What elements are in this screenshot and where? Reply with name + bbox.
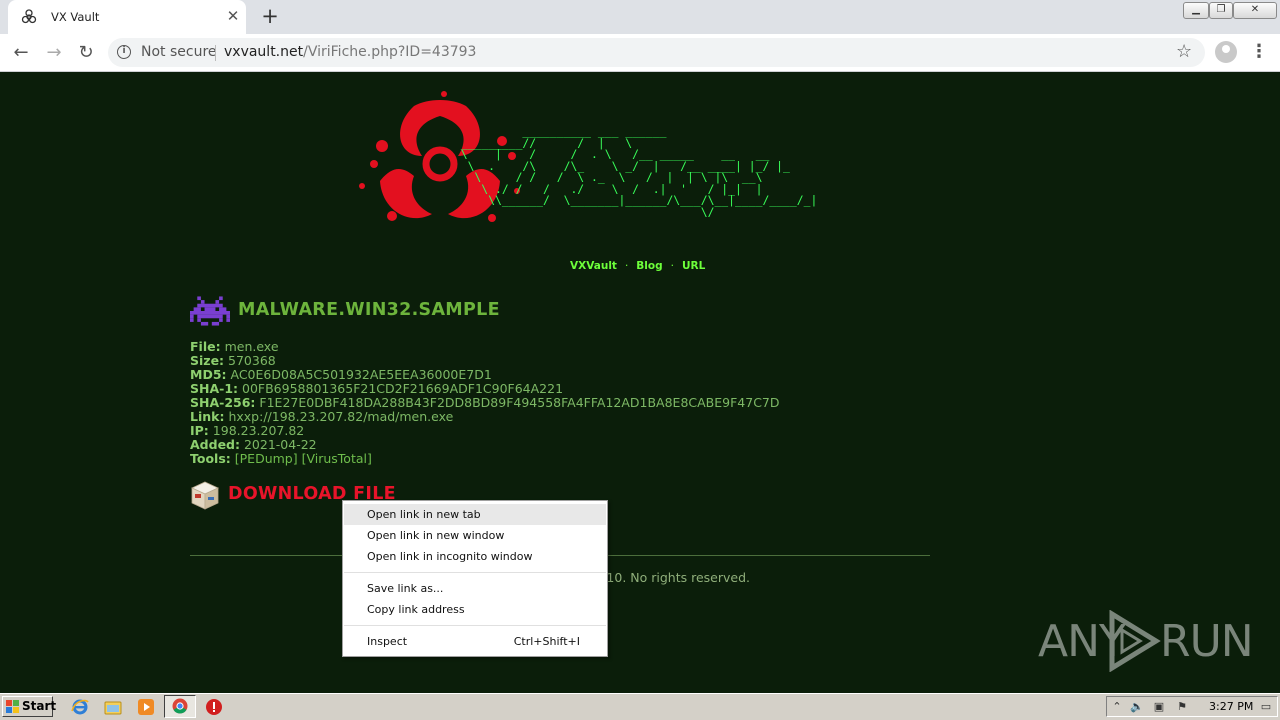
info-key: Link:: [190, 409, 225, 424]
menu-item-label: Save link as...: [367, 582, 444, 595]
menu-item-label: Inspect: [367, 635, 408, 648]
ascii-logo: __________ ___ ______ _________// / | \ …: [460, 124, 818, 219]
menu-separator: [344, 625, 606, 626]
media-player-icon[interactable]: [137, 698, 155, 716]
ie-icon[interactable]: [71, 698, 89, 716]
forward-arrow-icon[interactable]: →: [41, 40, 67, 66]
info-row-added: Added: 2021-04-22: [190, 438, 780, 452]
sample-info: File: men.exe Size: 570368 MD5: AC0E6D08…: [190, 340, 780, 466]
network-icon[interactable]: ▣: [1152, 700, 1166, 714]
tab-title: VX Vault: [51, 10, 100, 24]
info-row-md5: MD5: AC0E6D08A5C501932AE5EEA36000E7D1: [190, 368, 780, 382]
nav-link-vxvault[interactable]: VXVault: [570, 260, 617, 272]
info-value: hxxp://198.23.207.82/mad/men.exe: [228, 409, 454, 424]
page-content: __________ ___ ______ _________// / | \ …: [0, 72, 1280, 692]
close-icon[interactable]: ✕: [1233, 2, 1277, 19]
menu-item-label: Open link in new window: [367, 529, 505, 542]
explorer-icon[interactable]: [104, 698, 122, 716]
top-nav: VXVault · Blog · URL: [570, 260, 705, 272]
info-row-sha256: SHA-256: F1E27E0DBF418DA288B43F2DD8BD89F…: [190, 396, 780, 410]
menu-open-new-window[interactable]: Open link in new window: [344, 525, 606, 546]
play-triangle-icon: [1109, 610, 1161, 672]
info-key: Added:: [190, 437, 240, 452]
volume-icon[interactable]: 🔈: [1130, 700, 1144, 714]
new-tab-button[interactable]: +: [258, 5, 282, 29]
nav-link-url[interactable]: URL: [682, 260, 705, 272]
security-label: Not secure: [141, 44, 217, 60]
clock[interactable]: 3:27 PM: [1209, 700, 1253, 713]
info-row-link: Link: hxxp://198.23.207.82/mad/men.exe: [190, 410, 780, 424]
start-label: Start: [22, 699, 57, 713]
tab-close-icon[interactable]: ✕: [224, 7, 242, 25]
biohazard-favicon-icon: [21, 9, 37, 24]
url-text[interactable]: vxvault.net/ViriFiche.php?ID=43793: [224, 44, 476, 60]
address-bar[interactable]: i Not secure vxvault.net/ViriFiche.php?I…: [108, 38, 1205, 67]
info-value: 2021-04-22: [243, 437, 317, 452]
tab-strip: VX Vault ✕ + ▁ ❐ ✕: [0, 0, 1280, 34]
browser-menu-icon[interactable]: ⋮: [1250, 40, 1268, 64]
info-key: SHA-1:: [190, 381, 239, 396]
menu-item-label: Copy link address: [367, 603, 465, 616]
context-menu: Open link in new tab Open link in new wi…: [342, 500, 608, 657]
omnibox-divider: [215, 45, 216, 61]
show-desktop-icon[interactable]: ▭: [1259, 700, 1273, 714]
menu-open-incognito[interactable]: Open link in incognito window: [344, 546, 606, 567]
menu-copy-link-address[interactable]: Copy link address: [344, 599, 606, 620]
chrome-icon: [172, 698, 188, 714]
tray-expand-icon[interactable]: ⌃: [1110, 700, 1124, 714]
info-icon[interactable]: i: [117, 45, 131, 59]
space-invader-icon: [190, 296, 230, 326]
package-box-icon: [191, 481, 219, 510]
info-key: IP:: [190, 423, 209, 438]
info-key: Tools:: [190, 451, 231, 466]
info-row-tools: Tools: [PEDump] [VirusTotal]: [190, 452, 780, 466]
virustotal-link[interactable]: [VirusTotal]: [302, 451, 372, 466]
taskbar-chrome-button[interactable]: [164, 695, 196, 718]
menu-item-shortcut: Ctrl+Shift+I: [513, 635, 580, 648]
back-arrow-icon[interactable]: ←: [8, 40, 34, 66]
taskbar: Start ⌃ 🔈 ▣ ⚑ 3:27 PM ▭: [0, 693, 1280, 720]
pedump-link[interactable]: [PEDump]: [235, 451, 298, 466]
menu-item-label: Open link in new tab: [367, 508, 481, 521]
url-host: vxvault.net: [224, 44, 304, 60]
info-value: 00FB6958801365F21CD2F21669ADF1C90F64A221: [242, 381, 564, 396]
browser-tab[interactable]: VX Vault ✕: [8, 0, 246, 34]
nav-link-blog[interactable]: Blog: [636, 260, 662, 272]
menu-save-link-as[interactable]: Save link as...: [344, 578, 606, 599]
info-value: 570368: [228, 353, 276, 368]
info-row-size: Size: 570368: [190, 354, 780, 368]
windows-flag-icon: [6, 700, 19, 713]
start-button[interactable]: Start: [2, 696, 57, 717]
info-key: MD5:: [190, 367, 227, 382]
nav-separator: ·: [670, 260, 674, 272]
minimize-icon[interactable]: ▁: [1183, 2, 1209, 19]
menu-inspect[interactable]: Inspect Ctrl+Shift+I: [344, 631, 606, 652]
sample-title: MALWARE.WIN32.SAMPLE: [238, 300, 500, 320]
watermark-run: RUN: [1160, 616, 1254, 667]
restore-icon[interactable]: ❐: [1209, 2, 1233, 19]
info-value: AC0E6D08A5C501932AE5EEA36000E7D1: [230, 367, 492, 382]
system-tray: ⌃ 🔈 ▣ ⚑ 3:27 PM ▭: [1106, 696, 1278, 717]
reload-icon[interactable]: ↻: [73, 40, 99, 66]
info-key: SHA-256:: [190, 395, 256, 410]
bookmark-star-icon[interactable]: ☆: [1176, 41, 1192, 62]
profile-avatar-icon[interactable]: [1215, 41, 1237, 63]
stop-icon[interactable]: [205, 698, 223, 716]
menu-open-new-tab[interactable]: Open link in new tab: [344, 504, 606, 525]
info-row-sha1: SHA-1: 00FB6958801365F21CD2F21669ADF1C90…: [190, 382, 780, 396]
info-key: Size:: [190, 353, 225, 368]
info-row-ip: IP: 198.23.207.82: [190, 424, 780, 438]
nav-separator: ·: [624, 260, 629, 272]
info-value: 198.23.207.82: [212, 423, 305, 438]
toolbar: ← → ↻ i Not secure vxvault.net/ViriFiche…: [0, 34, 1280, 72]
url-path: /ViriFiche.php?ID=43793: [303, 44, 477, 60]
info-key: File:: [190, 339, 221, 354]
info-value: F1E27E0DBF418DA288B43F2DD8BD89F494558FA4…: [259, 395, 780, 410]
action-center-flag-icon[interactable]: ⚑: [1175, 700, 1189, 714]
info-value: men.exe: [224, 339, 279, 354]
menu-item-label: Open link in incognito window: [367, 550, 533, 563]
info-row-file: File: men.exe: [190, 340, 780, 354]
menu-separator: [344, 572, 606, 573]
